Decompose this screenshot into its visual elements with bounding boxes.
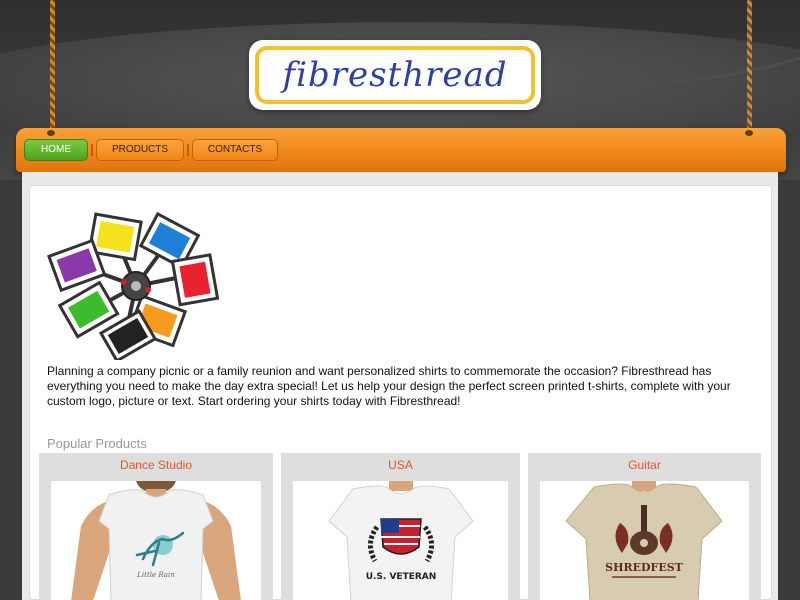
product-title[interactable]: USA [281, 453, 520, 481]
product-card-dance-studio[interactable]: Dance Studio Little Rain [39, 453, 273, 600]
product-card-usa[interactable]: USA U.S. VETERAN [281, 453, 520, 600]
site-logo[interactable]: fibresthread [249, 40, 541, 110]
rope-hole-left [47, 130, 55, 136]
nav-products[interactable]: PRODUCTS [96, 139, 184, 161]
nav-separator [91, 144, 93, 156]
logo-frame: fibresthread [255, 46, 535, 104]
rope-hole-right [745, 130, 753, 136]
svg-text:SHREDFEST: SHREDFEST [605, 561, 684, 574]
popular-products-heading: Popular Products [47, 436, 147, 451]
product-image[interactable]: Little Rain [51, 481, 261, 600]
nav-contacts[interactable]: CONTACTS [192, 139, 278, 161]
logo-text: fibresthread [282, 55, 508, 95]
svg-text:Little Rain: Little Rain [136, 571, 175, 579]
hanging-rope-right [747, 0, 752, 130]
screen-printing-press-icon [47, 211, 220, 360]
main-navigation: HOME PRODUCTS CONTACTS [16, 128, 786, 172]
product-image[interactable]: SHREDFEST [540, 481, 749, 600]
intro-paragraph: Planning a company picnic or a family re… [47, 364, 731, 408]
product-title[interactable]: Dance Studio [39, 453, 273, 481]
hanging-rope-left [50, 0, 55, 130]
nav-home[interactable]: HOME [24, 139, 88, 161]
product-title[interactable]: Guitar [528, 453, 761, 481]
product-image[interactable]: U.S. VETERAN [293, 481, 508, 600]
nav-separator [187, 144, 189, 156]
svg-text:U.S. VETERAN: U.S. VETERAN [366, 572, 437, 582]
product-card-guitar[interactable]: Guitar SHREDFEST [528, 453, 761, 600]
